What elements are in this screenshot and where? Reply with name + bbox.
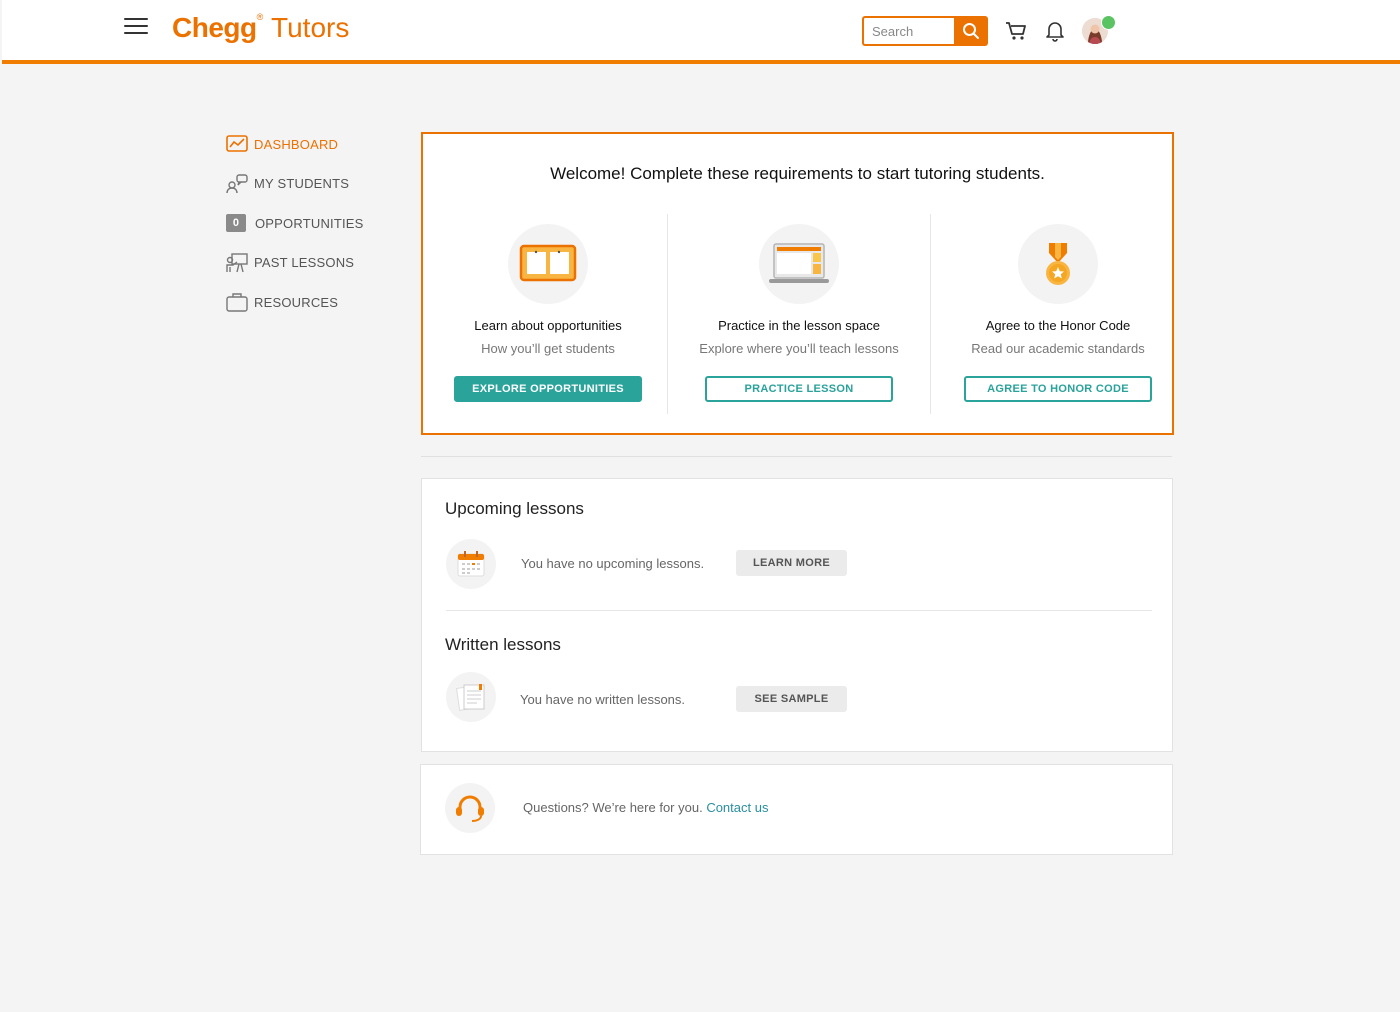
contact-us-link[interactable]: Contact us (706, 800, 768, 815)
cart-button[interactable] (1003, 18, 1029, 44)
chart-icon (226, 134, 248, 154)
column-divider (667, 214, 668, 414)
medal-icon (1018, 224, 1098, 304)
search-bar (862, 16, 988, 46)
requirement-title: Agree to the Honor Code (985, 318, 1131, 333)
welcome-requirements-card: Welcome! Complete these requirements to … (421, 132, 1174, 435)
headset-icon (445, 783, 495, 833)
explore-opportunities-button[interactable]: EXPLORE OPPORTUNITIES (454, 376, 642, 402)
logo-brand: Chegg (172, 12, 257, 43)
sidebar-item-my-students[interactable]: MY STUDENTS (226, 173, 406, 194)
lessons-divider (446, 610, 1152, 611)
bell-icon (1046, 22, 1064, 42)
teacher-icon (226, 252, 248, 273)
sidebar-nav: DASHBOARD MY STUDENTS 0 OPPORTUNITIES PA… (226, 134, 406, 332)
students-icon (226, 173, 248, 194)
upcoming-lessons-heading: Upcoming lessons (445, 499, 584, 518)
requirement-practice-lesson: Practice in the lesson space Explore whe… (674, 214, 924, 414)
sidebar-item-opportunities[interactable]: 0 OPPORTUNITIES (226, 213, 406, 233)
practice-lesson-button[interactable]: PRACTICE LESSON (705, 376, 893, 402)
contact-message: Questions? We’re here for you. Contact u… (523, 800, 768, 815)
calendar-icon (446, 539, 496, 589)
learn-more-button[interactable]: LEARN MORE (736, 550, 847, 576)
welcome-title: Welcome! Complete these requirements to … (550, 164, 1045, 183)
search-icon (963, 23, 979, 39)
requirement-subtitle: Read our academic standards (971, 341, 1145, 356)
requirement-title: Practice in the lesson space (718, 318, 880, 333)
requirement-subtitle: Explore where you’ll teach lessons (699, 341, 899, 356)
laptop-icon (759, 224, 839, 304)
opportunities-count-badge: 0 (226, 214, 246, 232)
no-written-lessons-text: You have no written lessons. (520, 692, 686, 707)
notifications-button[interactable] (1042, 18, 1068, 44)
chegg-tutors-logo[interactable]: Chegg® Tutors (172, 12, 349, 44)
requirement-title: Learn about opportunities (474, 318, 622, 333)
sidebar-item-label: DASHBOARD (254, 136, 339, 152)
lessons-card: Upcoming lessons You have no upcoming le… (421, 478, 1173, 752)
sidebar-item-label: PAST LESSONS (254, 255, 355, 270)
top-header: Chegg® Tutors (2, 0, 1400, 64)
requirement-opportunities: Learn about opportunities How you’ll get… (423, 214, 673, 414)
requirement-honor-code: Agree to the Honor Code Read our academi… (933, 214, 1183, 414)
sidebar-item-label: OPPORTUNITIES (255, 215, 364, 231)
requirement-subtitle: How you’ll get students (481, 341, 615, 356)
see-sample-button[interactable]: SEE SAMPLE (736, 686, 847, 712)
section-divider (421, 456, 1172, 457)
cart-icon (1006, 22, 1026, 40)
sidebar-item-dashboard[interactable]: DASHBOARD (226, 134, 406, 154)
contact-text: Questions? We’re here for you. (523, 800, 703, 815)
contact-card: Questions? We’re here for you. Contact u… (420, 764, 1173, 855)
hamburger-menu-icon[interactable] (124, 18, 148, 36)
sidebar-item-label: RESOURCES (254, 294, 339, 310)
online-status-indicator (1101, 15, 1116, 30)
search-input[interactable] (862, 16, 954, 46)
briefcase-icon (226, 292, 248, 312)
no-upcoming-lessons-text: You have no upcoming lessons. (521, 556, 705, 571)
column-divider (930, 214, 931, 414)
sidebar-item-resources[interactable]: RESOURCES (226, 292, 406, 312)
written-lessons-heading: Written lessons (445, 635, 561, 654)
logo-product: Tutors (271, 12, 350, 43)
sidebar-item-label: MY STUDENTS (254, 176, 350, 191)
sidebar-item-past-lessons[interactable]: PAST LESSONS (226, 252, 406, 273)
search-button[interactable] (954, 16, 988, 46)
agree-honor-code-button[interactable]: AGREE TO HONOR CODE (964, 376, 1152, 402)
logo-registered-mark: ® (256, 12, 264, 22)
document-icon (446, 672, 496, 722)
board-icon (508, 224, 588, 304)
